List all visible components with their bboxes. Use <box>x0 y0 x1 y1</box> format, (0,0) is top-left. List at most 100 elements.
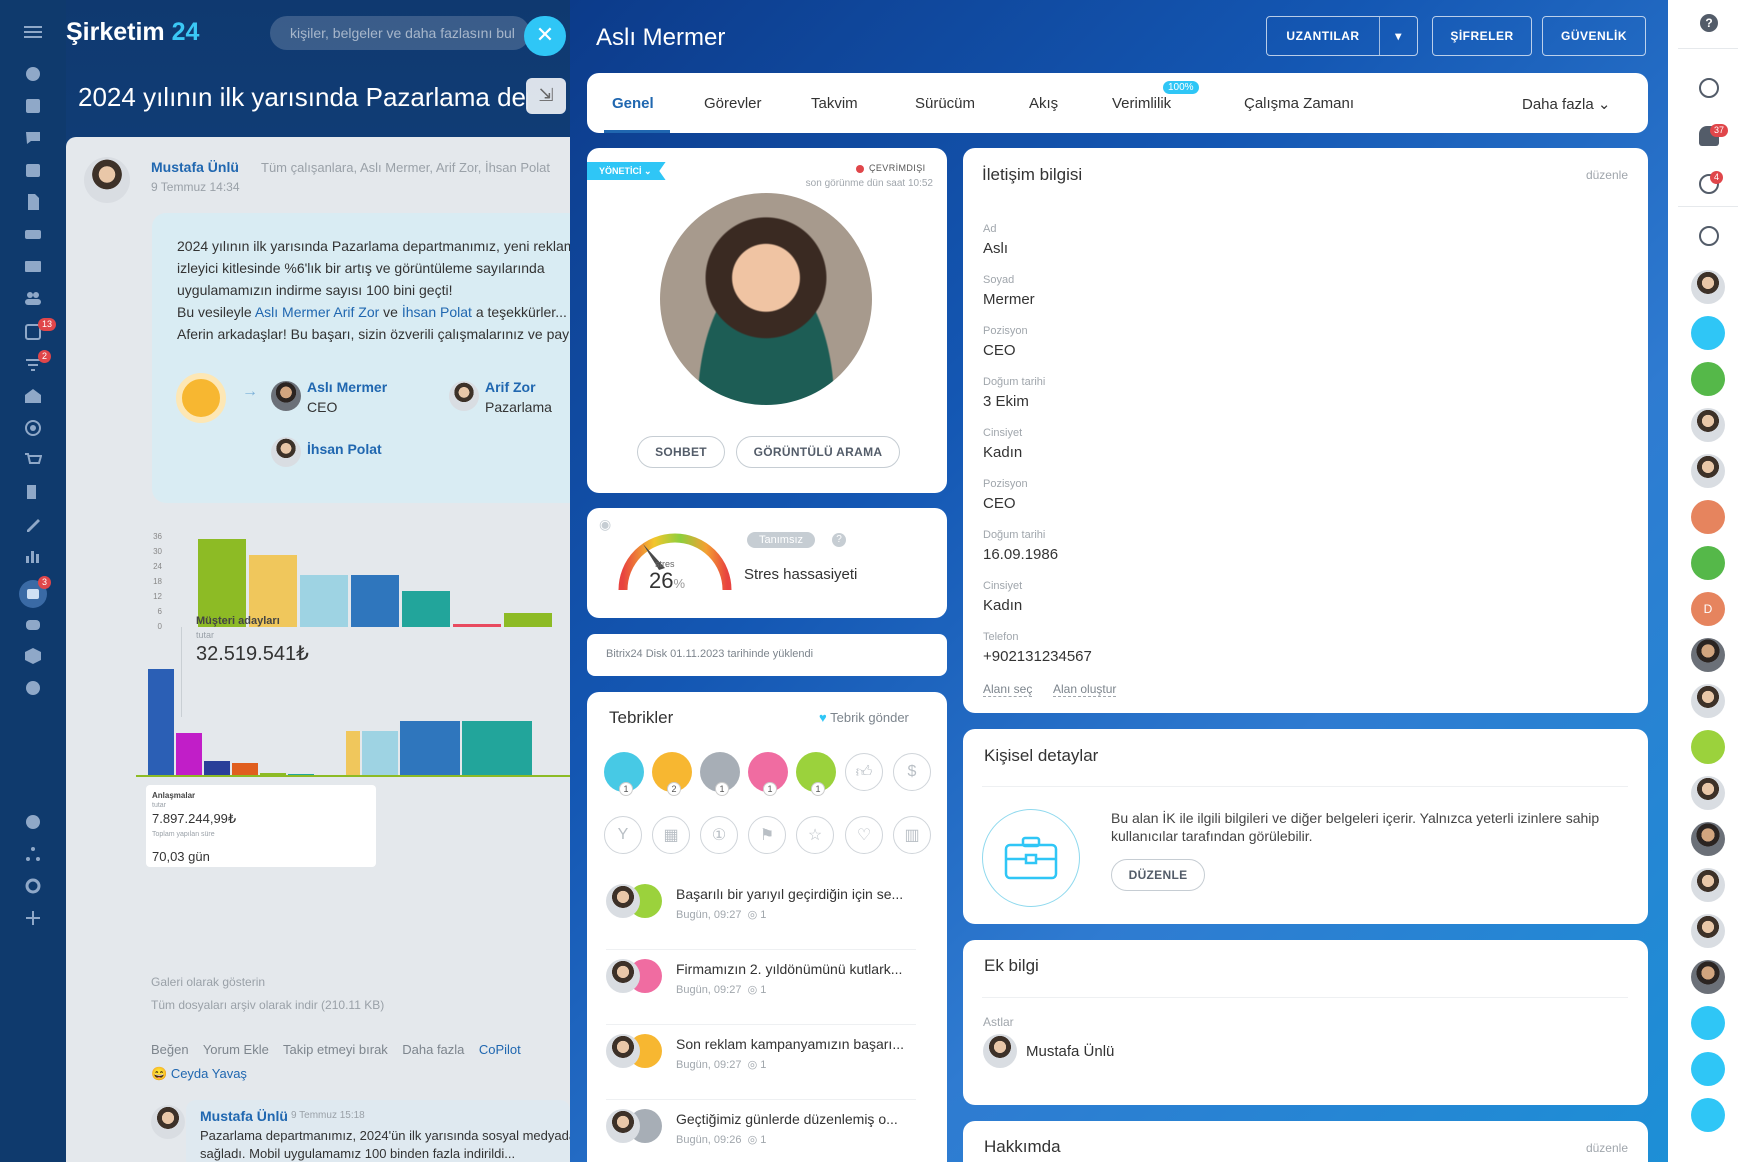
tab-calendar[interactable]: Takvim <box>811 95 858 112</box>
thanks-link[interactable]: İhsan Polat <box>402 304 472 320</box>
comment-avatar[interactable] <box>151 1105 185 1139</box>
money-bag-icon[interactable]: $ <box>893 753 931 791</box>
structure-icon[interactable] <box>23 844 43 864</box>
contact-avatar[interactable] <box>1691 822 1725 856</box>
chevron-down-icon[interactable]: ▾ <box>1379 17 1417 55</box>
eye-icon[interactable]: ◉ <box>599 516 611 533</box>
greeting-item[interactable]: Son reklam kampanyamızın başarı... Bugün… <box>606 1034 916 1102</box>
number-one-icon[interactable]: ① <box>700 816 738 854</box>
more-button[interactable]: Daha fazla <box>402 1042 464 1057</box>
tab-tasks[interactable]: Görevler <box>704 95 762 112</box>
archive-link[interactable]: Tüm dosyaları arşiv olarak indir (210.11… <box>151 998 384 1012</box>
user-group-icon[interactable] <box>1691 1098 1725 1132</box>
documents-icon[interactable] <box>23 192 43 212</box>
video-call-button[interactable]: GÖRÜNTÜLÜ ARAMA <box>736 436 900 468</box>
edit-personal-button[interactable]: DÜZENLE <box>1111 859 1205 891</box>
help-icon[interactable] <box>23 812 43 832</box>
comment-button[interactable]: Yorum Ekle <box>203 1042 269 1057</box>
thumbs-up-icon[interactable]: 👍︎ <box>845 753 883 791</box>
app-logo[interactable]: Şirketim 24 <box>66 18 199 47</box>
greeting-item[interactable]: Firmamızın 2. yıldönümünü kutlark... Bug… <box>606 959 916 1027</box>
contact-avatar[interactable] <box>1691 638 1725 672</box>
search-icon[interactable] <box>1699 226 1719 246</box>
heart-outline-icon[interactable]: ♡ <box>845 816 883 854</box>
calendar-icon[interactable] <box>23 160 43 180</box>
help-icon[interactable]: ? <box>832 533 846 547</box>
sign-icon[interactable] <box>23 482 43 502</box>
person-avatar[interactable] <box>271 437 301 467</box>
person-name[interactable]: İhsan Polat <box>307 441 382 457</box>
contact-avatar[interactable] <box>1691 684 1725 718</box>
contact-avatar[interactable] <box>1691 868 1725 902</box>
cake-icon[interactable]: ▦ <box>652 816 690 854</box>
gift-badge-icon[interactable]: 1 <box>604 752 644 796</box>
chat-group-icon[interactable] <box>1691 316 1725 350</box>
cart-icon[interactable] <box>23 450 43 470</box>
contact-avatar[interactable] <box>1691 776 1725 810</box>
select-field-link[interactable]: Alanı seç <box>983 682 1033 697</box>
bot-icon[interactable] <box>23 614 43 634</box>
greeting-item[interactable]: Geçtiğimiz günlerde düzenlemiş o... Bugü… <box>606 1109 916 1162</box>
person-name[interactable]: Aslı Mermer <box>307 379 387 395</box>
notes-group-icon[interactable] <box>1691 730 1725 764</box>
contact-avatar[interactable] <box>1691 454 1725 488</box>
tab-stream[interactable]: Akış <box>1029 95 1058 112</box>
person-name[interactable]: Arif Zor <box>485 379 536 395</box>
thanks-link[interactable]: Aslı Mermer Arif Zor <box>255 304 379 320</box>
help-icon[interactable]: ? <box>1700 14 1718 32</box>
subordinate-avatar[interactable] <box>983 1034 1017 1068</box>
like-button[interactable]: Beğen <box>151 1042 189 1057</box>
passwords-button[interactable]: ŞİFRELER <box>1432 16 1532 56</box>
smile-badge-icon[interactable]: 1 <box>796 752 836 796</box>
create-field-link[interactable]: Alan oluştur <box>1053 682 1117 697</box>
letter-avatar[interactable]: D <box>1691 592 1725 626</box>
contact-avatar[interactable] <box>1691 408 1725 442</box>
liker[interactable]: 😄 Ceyda Yavaş <box>151 1066 247 1082</box>
lock-group-icon[interactable] <box>1691 546 1725 580</box>
global-search-input[interactable]: kişiler, belgeler ve daha fazlasını bul <box>270 16 530 50</box>
settings-icon[interactable] <box>23 876 43 896</box>
trophy-badge-icon[interactable]: 2 <box>652 752 692 796</box>
target-icon[interactable] <box>23 418 43 438</box>
tab-worktime[interactable]: Çalışma Zamanı <box>1244 95 1354 112</box>
gallery-link[interactable]: Galeri olarak gösterin <box>151 975 265 989</box>
pen-icon[interactable] <box>23 514 43 534</box>
user-group-icon[interactable] <box>1691 1052 1725 1086</box>
copilot-icon[interactable] <box>1699 78 1719 98</box>
contact-avatar[interactable] <box>1691 914 1725 948</box>
contact-edit-link[interactable]: düzenle <box>1586 168 1628 182</box>
add-icon[interactable] <box>23 908 43 928</box>
employees-icon[interactable] <box>23 288 43 308</box>
about-edit-link[interactable]: düzenle <box>1586 1141 1628 1155</box>
extensions-button[interactable]: UZANTILAR ▾ <box>1266 16 1418 56</box>
chat-icon[interactable] <box>23 128 43 148</box>
close-panel-button[interactable]: ✕ <box>524 16 566 56</box>
lock-group-icon[interactable] <box>1691 500 1725 534</box>
crown-badge-icon[interactable]: 1 <box>700 752 740 796</box>
copilot-button[interactable]: CoPilot <box>479 1042 521 1057</box>
post-author[interactable]: Mustafa Ünlü <box>151 159 239 175</box>
more-icon[interactable] <box>23 678 43 698</box>
tab-efficiency[interactable]: Verimlilik <box>1112 95 1171 112</box>
tab-drive[interactable]: Sürücüm <box>915 95 975 112</box>
person-avatar[interactable] <box>449 381 479 411</box>
star-icon[interactable]: ☆ <box>796 816 834 854</box>
security-button[interactable]: GÜVENLİK <box>1542 16 1646 56</box>
flag-icon[interactable]: ⚑ <box>748 816 786 854</box>
tab-more[interactable]: Daha fazla ⌄ <box>1522 95 1610 113</box>
send-greeting-link[interactable]: ♥ Tebrik gönder <box>819 710 909 725</box>
contact-avatar[interactable] <box>1691 960 1725 994</box>
person-avatar[interactable] <box>271 381 301 411</box>
user-group-icon[interactable] <box>1691 1006 1725 1040</box>
box-icon[interactable] <box>23 646 43 666</box>
comment-author[interactable]: Mustafa Ünlü <box>200 1108 288 1124</box>
drive-icon[interactable] <box>23 224 43 244</box>
card-group-icon[interactable] <box>1691 362 1725 396</box>
subordinate-name[interactable]: Mustafa Ünlü <box>1026 1043 1114 1060</box>
liker-name[interactable]: Ceyda Yavaş <box>171 1066 247 1081</box>
chat-button[interactable]: SOHBET <box>637 436 725 468</box>
flower-badge-icon[interactable]: 1 <box>748 752 788 796</box>
greeting-item[interactable]: Başarılı bir yarıyıl geçirdiğin için se.… <box>606 884 916 952</box>
analytics-icon[interactable] <box>23 546 43 566</box>
tasks-list-icon[interactable] <box>23 96 43 116</box>
